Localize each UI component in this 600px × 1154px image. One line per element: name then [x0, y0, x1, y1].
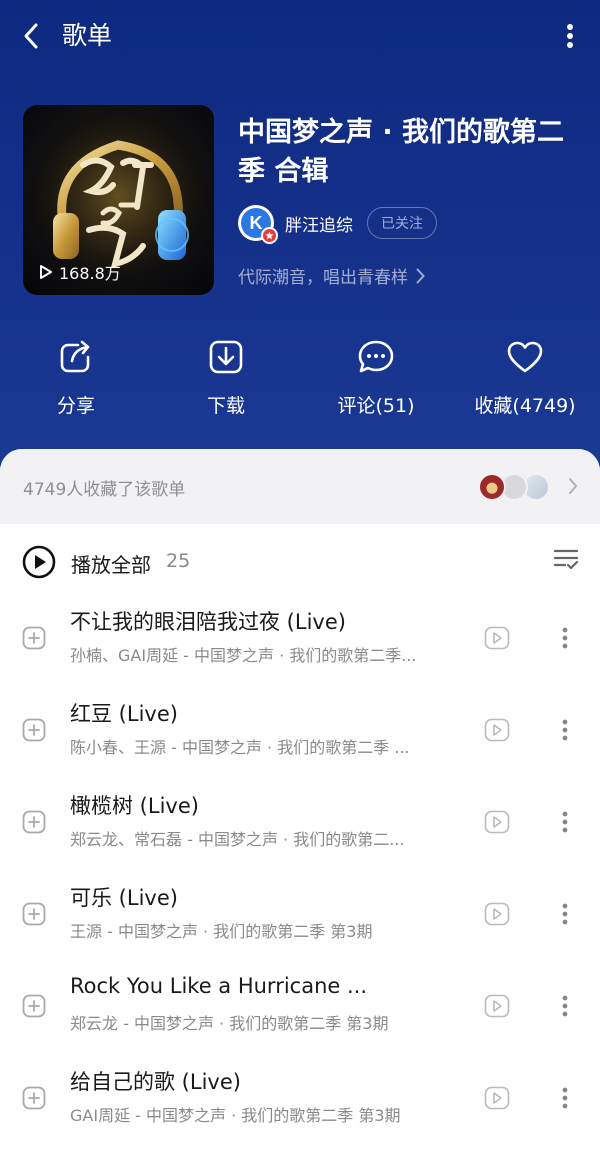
play-circle-icon[interactable] [22, 545, 56, 579]
song-list-sheet: 4749人收藏了该歌单 播放全部 25 不让我的眼泪陪我过夜 (Live) 孙楠… [0, 449, 600, 1154]
collector-avatar [478, 473, 506, 501]
creator-row: K 胖汪追综 已关注 [238, 205, 437, 244]
more-vertical-icon [562, 903, 568, 925]
chevron-right-icon [416, 268, 425, 283]
add-to-playlist-icon[interactable] [22, 810, 46, 834]
song-row[interactable]: 橄榄树 (Live) 郑云龙、常石磊 - 中国梦之声 · 我们的歌第二... [0, 786, 600, 878]
play-all-row: 播放全部 25 [0, 537, 600, 587]
comment-label: 评论(51) [337, 395, 415, 417]
share-icon [60, 340, 90, 373]
action-bar: 分享 下载 评论(51) 收藏(4749) [0, 335, 600, 425]
multi-select-icon[interactable] [553, 547, 579, 571]
description-text: 代际潮音，唱出青春样 [238, 268, 408, 288]
collect-action[interactable]: 收藏(4749) [455, 335, 595, 418]
back-button[interactable] [14, 18, 50, 54]
video-play-icon[interactable] [484, 810, 510, 834]
song-subtitle: 郑云龙 - 中国梦之声 · 我们的歌第二季 第3期 [70, 1014, 389, 1033]
download-icon [209, 340, 243, 374]
song-title: 橄榄树 (Live) [70, 794, 199, 818]
add-to-playlist-icon[interactable] [22, 1086, 46, 1110]
playlist-cover[interactable]: 168.8万 [23, 105, 214, 295]
follow-button[interactable]: 已关注 [367, 207, 437, 239]
more-vertical-icon [562, 627, 568, 649]
collectors-row[interactable]: 4749人收藏了该歌单 [0, 449, 600, 524]
song-row[interactable]: Rock You Like a Hurricane ... 郑云龙 - 中国梦之… [0, 970, 600, 1062]
collector-avatars [478, 473, 558, 501]
share-label: 分享 [56, 395, 95, 417]
song-subtitle: 孙楠、GAI周延 - 中国梦之声 · 我们的歌第二季... [70, 646, 417, 665]
song-more-button[interactable] [554, 714, 576, 746]
song-more-button[interactable] [554, 622, 576, 654]
song-subtitle: 王源 - 中国梦之声 · 我们的歌第二季 第3期 [70, 922, 373, 941]
more-vertical-icon [562, 719, 568, 741]
video-play-icon[interactable] [484, 1086, 510, 1110]
more-vertical-icon [562, 811, 568, 833]
add-to-playlist-icon[interactable] [22, 626, 46, 650]
add-to-playlist-icon[interactable] [22, 902, 46, 926]
chevron-left-icon [24, 23, 38, 49]
song-count: 25 [166, 550, 191, 572]
playlist-description[interactable]: 代际潮音，唱出青春样 [238, 263, 425, 288]
add-to-playlist-icon[interactable] [22, 718, 46, 742]
song-title: 红豆 (Live) [70, 702, 178, 726]
more-vertical-icon [567, 24, 573, 48]
song-row[interactable]: 给自己的歌 (Live) GAI周延 - 中国梦之声 · 我们的歌第二季 第3期 [0, 1062, 600, 1154]
video-play-icon[interactable] [484, 718, 510, 742]
add-to-playlist-icon[interactable] [22, 994, 46, 1018]
page-title: 歌单 [62, 21, 113, 50]
play-all-button[interactable]: 播放全部 [71, 549, 151, 578]
comment-icon [358, 340, 394, 373]
song-title: 不让我的眼泪陪我过夜 (Live) [70, 610, 346, 634]
collect-label: 收藏(4749) [474, 395, 576, 417]
song-row[interactable]: 可乐 (Live) 王源 - 中国梦之声 · 我们的歌第二季 第3期 [0, 878, 600, 970]
play-count-value: 168.8万 [59, 264, 121, 283]
video-play-icon[interactable] [484, 902, 510, 926]
song-title: Rock You Like a Hurricane ... [70, 974, 368, 998]
top-bar: 歌单 [0, 0, 600, 72]
song-more-button[interactable] [554, 1082, 576, 1114]
song-row[interactable]: 红豆 (Live) 陈小春、王源 - 中国梦之声 · 我们的歌第二季 ... [0, 694, 600, 786]
chevron-right-icon [569, 478, 578, 494]
download-action[interactable]: 下载 [156, 335, 296, 418]
song-more-button[interactable] [554, 898, 576, 930]
more-vertical-icon [562, 1087, 568, 1109]
song-subtitle: GAI周延 - 中国梦之声 · 我们的歌第二季 第3期 [70, 1106, 401, 1125]
play-outline-icon [40, 265, 52, 279]
song-subtitle: 郑云龙、常石磊 - 中国梦之声 · 我们的歌第二... [70, 830, 405, 849]
song-subtitle: 陈小春、王源 - 中国梦之声 · 我们的歌第二季 ... [70, 738, 410, 757]
playlist-title: 中国梦之声 · 我们的歌第二季 合辑 [238, 117, 565, 187]
song-title: 给自己的歌 (Live) [70, 1070, 241, 1094]
collectors-text: 4749人收藏了该歌单 [23, 480, 186, 500]
song-title: 可乐 (Live) [70, 886, 178, 910]
heart-icon [507, 341, 543, 373]
creator-avatar[interactable]: K [238, 205, 278, 244]
creator-name[interactable]: 胖汪追综 [285, 211, 353, 236]
comment-action[interactable]: 评论(51) [306, 335, 446, 418]
verified-badge-icon [261, 227, 278, 244]
song-more-button[interactable] [554, 990, 576, 1022]
more-options-button[interactable] [554, 18, 586, 54]
download-label: 下载 [206, 395, 245, 417]
video-play-icon[interactable] [484, 626, 510, 650]
playlist-header: 歌单 168.8万 中国梦之声 · 我们的歌第二季 合辑 K 胖汪追综 已关注 … [0, 0, 600, 480]
play-count: 168.8万 [39, 260, 121, 284]
song-row[interactable]: 不让我的眼泪陪我过夜 (Live) 孙楠、GAI周延 - 中国梦之声 · 我们的… [0, 602, 600, 694]
more-vertical-icon [562, 995, 568, 1017]
song-more-button[interactable] [554, 806, 576, 838]
share-action[interactable]: 分享 [6, 335, 146, 418]
video-play-icon[interactable] [484, 994, 510, 1018]
